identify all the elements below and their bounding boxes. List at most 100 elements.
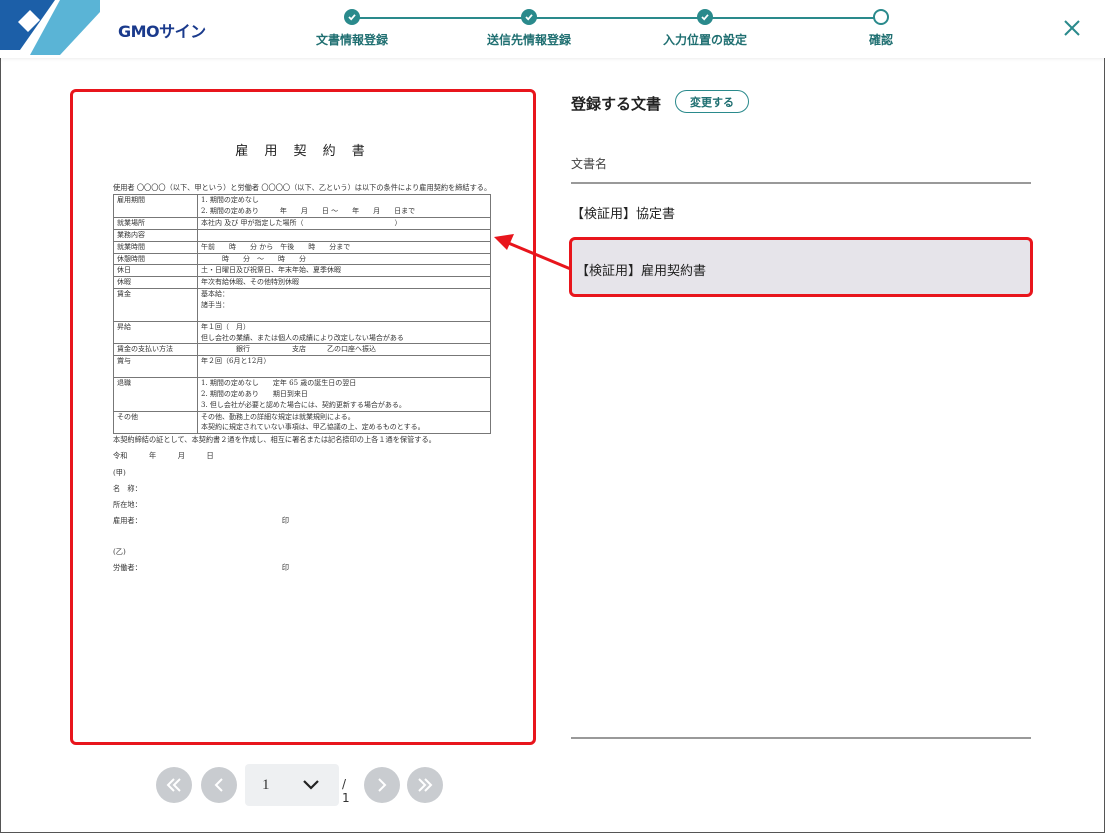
table-cell-value (197, 228, 491, 242)
table-cell-value: 時 分 ～ 時 分 (197, 252, 491, 266)
table-cell-key: 就業時間 (113, 240, 198, 254)
document-footer-line: 本契約締結の証として、本契約書２通を作成し、相互に署名または記名捺印の上各１通を… (113, 435, 436, 445)
table-row: 賞与 年２回（6月と12月） (113, 355, 491, 379)
table-cell-line (201, 230, 487, 240)
table-row: 業務内容 (113, 228, 491, 242)
current-step-icon (873, 9, 889, 25)
document-list-item-selected[interactable]: 【検証用】雇用契約書 (569, 237, 1033, 297)
step-label: 送信先情報登録 (486, 33, 571, 47)
table-row: 賃金 基本給： 諸手当： (113, 288, 491, 322)
check-icon (344, 9, 360, 25)
table-cell-line: 本社内 及び 甲が指定した場所（ ） (201, 218, 402, 227)
table-cell-value: 本社内 及び 甲が指定した場所（ ） (197, 216, 491, 230)
table-cell-line: 1. 期間の定めなし 定年 65 歳の誕生日の翌日 (201, 379, 357, 388)
table-cell-line: 基本給： (201, 290, 229, 299)
table-cell-value: 土・日曜日及び祝祭日、年末年始、夏季休暇 (197, 264, 491, 278)
next-page-button[interactable] (364, 767, 400, 803)
table-cell-value: 午前 時 分 から 午後 時 分まで (197, 240, 491, 254)
table-row: 休日 土・日曜日及び祝祭日、年末年始、夏季休暇 (113, 264, 491, 278)
document-footer-line: 令和 年 月 日 (113, 451, 214, 461)
table-row: その他 その他、勤務上の詳細な規定は就業規則による。本契約に規定されていない事項は… (113, 410, 491, 435)
table-cell-line: 本契約に規定されていない事項は、甲乙協議の上、定めるものとする。 (201, 423, 425, 432)
page-total: / 1 (342, 777, 350, 805)
table-cell-key: 賃金の支払い方法 (113, 343, 198, 357)
table-cell-line: 銀行 支店 乙の口座へ振込 (201, 345, 376, 354)
table-cell-value: その他、勤務上の詳細な規定は就業規則による。本契約に規定されていない事項は、甲乙… (197, 410, 491, 435)
double-chevron-right-icon (418, 778, 433, 792)
step-label: 入力位置の設定 (662, 33, 747, 47)
document-footer-line (113, 531, 493, 541)
table-cell-value: 年１回（ 月） 但し会社の業績、または個人の成績により改定しない場合がある (197, 320, 491, 345)
table-row: 就業場所 本社内 及び 甲が指定した場所（ ） (113, 216, 491, 230)
table-cell-line (201, 311, 487, 321)
table-cell-line: その他、勤務上の詳細な規定は就業規則による。 (201, 412, 355, 421)
document-footer-line: 雇用者： 印 (113, 516, 290, 526)
step-document-info: 文書情報登録 (272, 9, 432, 48)
table-cell-key: 昇給 (113, 320, 198, 345)
table-cell-value: 銀行 支店 乙の口座へ振込 (197, 343, 491, 357)
table-cell-key: 休日 (113, 264, 198, 278)
document-page: 雇 用 契 約 書 使用者 〇〇〇〇（以下、甲という）と労働者 〇〇〇〇（以下、… (113, 142, 493, 579)
table-cell-value: 年２回（6月と12月） (197, 355, 491, 379)
table-cell-line: 年次有給休暇、その他特別休暇 (201, 278, 299, 287)
table-cell-key: 休暇 (113, 276, 198, 290)
table-row: 雇用期間 1. 期間の定めなし 2. 期間の定めあり 年 月 日 ～ 年 月 日まで (113, 194, 491, 218)
step-input-position: 入力位置の設定 (625, 9, 785, 48)
document-title: 雇 用 契 約 書 (235, 144, 371, 159)
document-footer-line: (乙) (113, 547, 126, 557)
document-footer-line: 労働者： 印 (113, 563, 290, 573)
page-select[interactable]: 1 (245, 764, 339, 806)
pointer-arrow (494, 234, 574, 272)
table-cell-key: 退職 (113, 377, 198, 412)
table-row: 退職 1. 期間の定めなし 定年 65 歳の誕生日の翌日 2. 期間の定めあり 期日… (113, 377, 491, 412)
table-cell-line: 1. 期間の定めなし (201, 196, 259, 205)
table-cell-key: 就業場所 (113, 216, 198, 230)
prev-page-button[interactable] (201, 767, 237, 803)
step-confirm: 確認 (801, 9, 961, 48)
check-icon (697, 9, 713, 25)
list-bottom-divider (571, 737, 1031, 739)
table-cell-key: 賞与 (113, 355, 198, 379)
chevron-left-icon (214, 778, 223, 792)
table-cell-key: 業務内容 (113, 228, 198, 242)
table-cell-line: 2. 期間の定めあり 期日到来日 (201, 389, 308, 398)
column-divider (571, 182, 1031, 184)
header: GMOサイン 文書情報登録 送信先情報登録 入力位置の設定 確認 (0, 0, 1105, 58)
table-cell-value: 基本給： 諸手当： (197, 288, 491, 322)
table-cell-value: 1. 期間の定めなし 定年 65 歳の誕生日の翌日 2. 期間の定めあり 期日到来… (197, 377, 491, 412)
table-row: 昇給 年１回（ 月） 但し会社の業績、または個人の成績により改定しない場合がある (113, 320, 491, 345)
document-list-item[interactable]: 【検証用】協定書 (571, 203, 1031, 222)
chevron-down-icon (303, 780, 319, 790)
table-row: 賃金の支払い方法 銀行 支店 乙の口座へ振込 (113, 343, 491, 357)
table-cell-key: 休憩時間 (113, 252, 198, 266)
table-cell-key: 賃金 (113, 288, 198, 322)
brand-corner-graphic (0, 0, 100, 55)
panel-title: 登録する文書 (571, 95, 662, 113)
change-document-button[interactable]: 変更する (675, 90, 749, 113)
table-cell-key: 雇用期間 (113, 194, 198, 218)
last-page-button[interactable] (407, 767, 443, 803)
step-label: 確認 (868, 33, 893, 47)
first-page-button[interactable] (156, 767, 192, 803)
table-cell-line (201, 367, 487, 377)
document-footer-line: 名 称： (113, 483, 142, 493)
table-cell-line: 3. 但し会社が必要と認めた場合には、契約更新する場合がある。 (201, 400, 406, 409)
table-row: 休暇 年次有給休暇、その他特別休暇 (113, 276, 491, 290)
document-footer: 本契約締結の証として、本契約書２通を作成し、相互に署名または記名捺印の上各１通を… (113, 434, 493, 573)
table-row: 就業時間 午前 時 分 から 午後 時 分まで (113, 240, 491, 254)
page-select-value: 1 (262, 777, 270, 793)
document-preview: 雇 用 契 約 書 使用者 〇〇〇〇（以下、甲という）と労働者 〇〇〇〇（以下、… (70, 89, 536, 745)
table-cell-line: 年１回（ 月） (201, 322, 250, 331)
table-cell-line: 午前 時 分 から 午後 時 分まで (201, 242, 351, 251)
table-cell-line: 但し会社の業績、または個人の成績により改定しない場合がある (201, 333, 404, 342)
table-cell-key: その他 (113, 410, 198, 435)
document-footer-line: 所在地： (113, 499, 142, 509)
column-header-document-name: 文書名 (571, 157, 608, 171)
table-cell-line: 土・日曜日及び祝祭日、年末年始、夏季休暇 (201, 266, 341, 275)
table-cell-line: 年２回（6月と12月） (201, 357, 271, 366)
contract-table: 雇用期間 1. 期間の定めなし 2. 期間の定めあり 年 月 日 ～ 年 月 日まで… (113, 194, 491, 435)
document-intro: 使用者 〇〇〇〇（以下、甲という）と労働者 〇〇〇〇（以下、乙という）は以下の条… (113, 183, 492, 193)
close-icon[interactable] (1061, 17, 1083, 39)
step-recipient-info: 送信先情報登録 (449, 9, 609, 48)
table-row: 休憩時間 時 分 ～ 時 分 (113, 252, 491, 266)
